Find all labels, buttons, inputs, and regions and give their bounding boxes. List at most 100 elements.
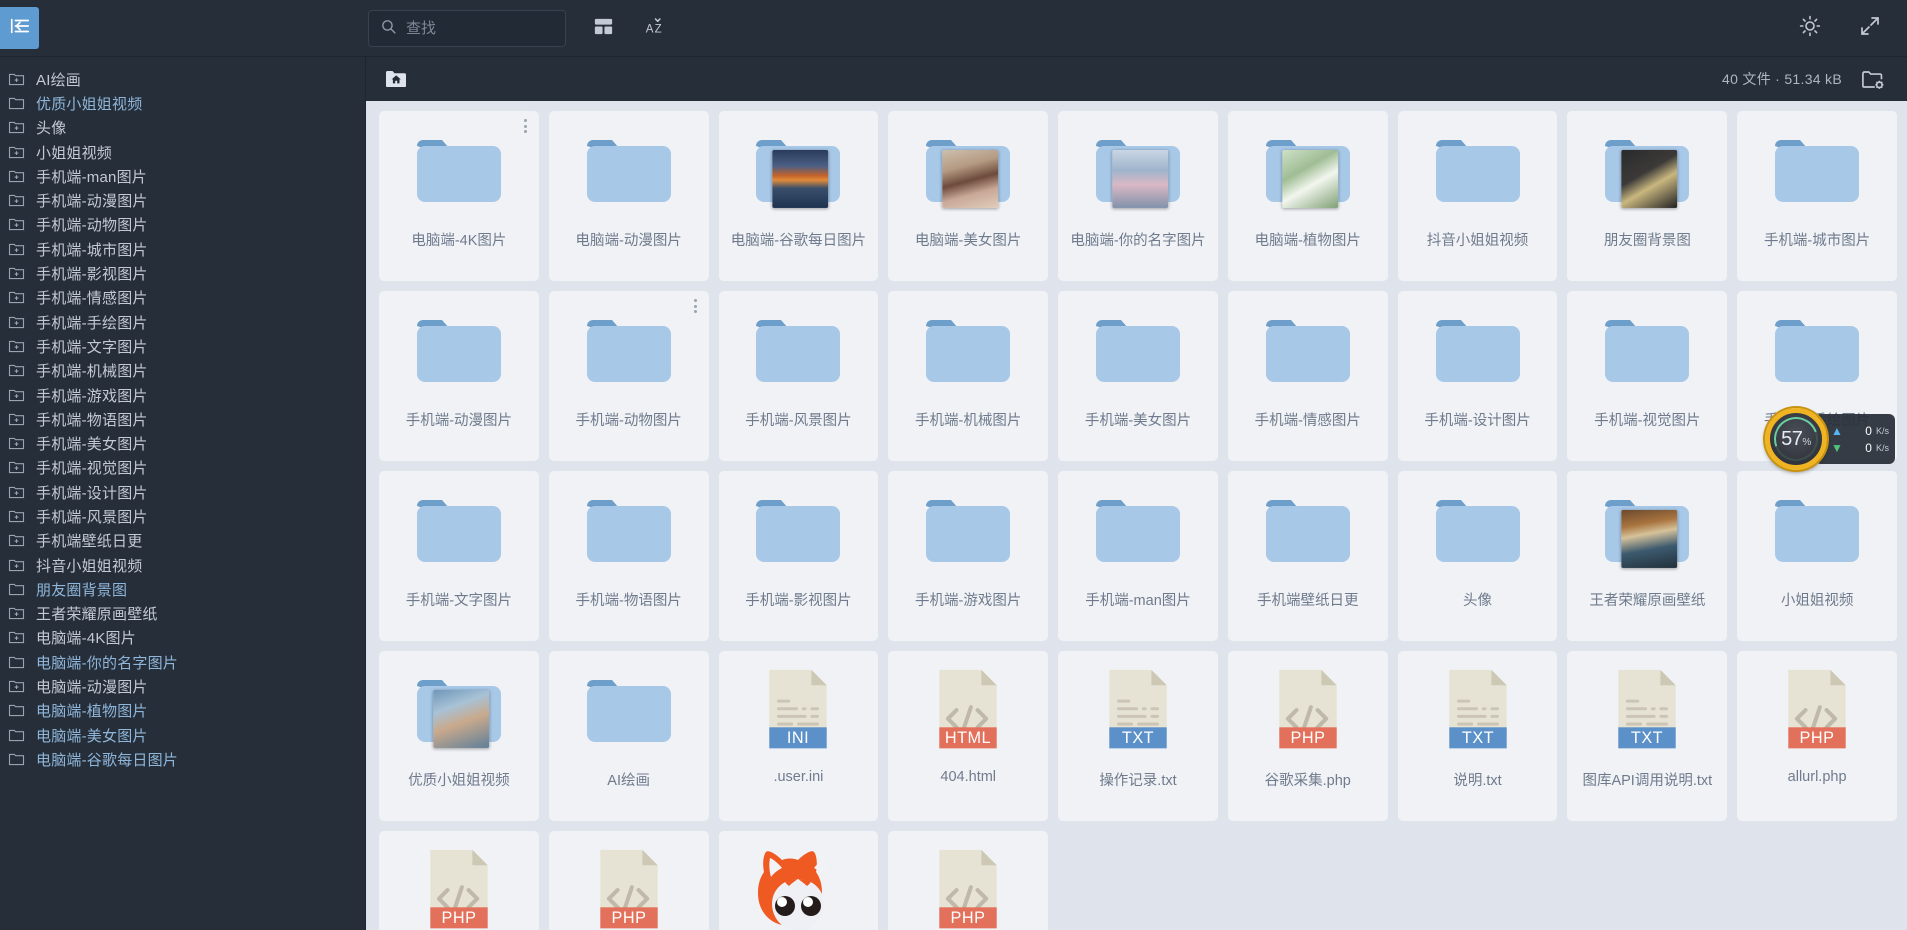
folder-expand-icon[interactable] bbox=[8, 557, 25, 574]
sidebar-item-27[interactable]: 电脑端-美女图片 bbox=[0, 723, 365, 747]
folder-card[interactable]: 电脑端-植物图片 bbox=[1227, 111, 1388, 281]
file-card[interactable] bbox=[718, 831, 879, 930]
folder-expand-icon[interactable] bbox=[8, 387, 25, 404]
folder-expand-icon[interactable] bbox=[8, 411, 25, 428]
folder-card[interactable]: 手机端-文字图片 bbox=[379, 471, 539, 641]
sidebar-item-15[interactable]: 手机端-美女图片 bbox=[0, 431, 365, 455]
sidebar-item-25[interactable]: 电脑端-动漫图片 bbox=[0, 674, 365, 698]
folder-card[interactable]: 王者荣耀原画壁纸 bbox=[1567, 471, 1728, 641]
folder-card[interactable]: 手机端-美女图片 bbox=[1058, 291, 1218, 461]
folder-icon[interactable] bbox=[8, 581, 25, 598]
sidebar-item-12[interactable]: 手机端-机械图片 bbox=[0, 359, 365, 383]
folder-card[interactable]: 小姐姐视频 bbox=[1737, 471, 1897, 641]
sidebar-item-8[interactable]: 手机端-影视图片 bbox=[0, 261, 365, 285]
folder-card[interactable]: AI绘画 bbox=[548, 651, 709, 821]
folder-expand-icon[interactable] bbox=[8, 144, 25, 161]
sidebar-item-14[interactable]: 手机端-物语图片 bbox=[0, 407, 365, 431]
file-card[interactable]: TXT 操作记录.txt bbox=[1058, 651, 1218, 821]
file-card[interactable]: PHP 谷歌采集.php bbox=[1227, 651, 1388, 821]
sidebar-item-2[interactable]: 头像 bbox=[0, 116, 365, 140]
sidebar-item-10[interactable]: 手机端-手绘图片 bbox=[0, 310, 365, 334]
folder-card[interactable]: 电脑端-谷歌每日图片 bbox=[718, 111, 879, 281]
folder-card[interactable]: 手机端-设计图片 bbox=[1397, 291, 1558, 461]
folder-card[interactable]: 电脑端-动漫图片 bbox=[548, 111, 709, 281]
folder-card[interactable]: 手机端-man图片 bbox=[1058, 471, 1218, 641]
folder-expand-icon[interactable] bbox=[8, 532, 25, 549]
sidebar-item-5[interactable]: 手机端-动漫图片 bbox=[0, 188, 365, 212]
folder-card[interactable]: 手机端-风景图片 bbox=[718, 291, 879, 461]
sidebar-item-28[interactable]: 电脑端-谷歌每日图片 bbox=[0, 747, 365, 771]
folder-expand-icon[interactable] bbox=[8, 119, 25, 136]
sidebar-collapse-button[interactable] bbox=[0, 7, 39, 49]
folder-expand-icon[interactable] bbox=[8, 314, 25, 331]
folder-card[interactable]: 手机端-动漫图片 bbox=[379, 291, 539, 461]
search-input[interactable] bbox=[406, 20, 554, 37]
sidebar-item-17[interactable]: 手机端-设计图片 bbox=[0, 480, 365, 504]
folder-icon[interactable] bbox=[8, 95, 25, 112]
sidebar-item-9[interactable]: 手机端-情感图片 bbox=[0, 286, 365, 310]
folder-expand-icon[interactable] bbox=[8, 508, 25, 525]
sidebar-tree[interactable]: AI绘画 优质小姐姐视频 头像 小姐姐视频 手机端-man图片 手机端-动漫图片 手机端-动… bbox=[0, 57, 366, 930]
file-card[interactable]: PHP bbox=[888, 831, 1049, 930]
sidebar-item-13[interactable]: 手机端-游戏图片 bbox=[0, 383, 365, 407]
sidebar-item-7[interactable]: 手机端-城市图片 bbox=[0, 237, 365, 261]
sidebar-item-24[interactable]: 电脑端-你的名字图片 bbox=[0, 650, 365, 674]
file-card[interactable]: INI .user.ini bbox=[718, 651, 879, 821]
file-card[interactable]: TXT 说明.txt bbox=[1397, 651, 1558, 821]
file-card[interactable]: HTML 404.html bbox=[888, 651, 1049, 821]
folder-icon[interactable] bbox=[8, 751, 25, 768]
folder-icon[interactable] bbox=[8, 702, 25, 719]
folder-card[interactable]: 手机端-机械图片 bbox=[888, 291, 1049, 461]
folder-expand-icon[interactable] bbox=[8, 265, 25, 282]
sidebar-item-22[interactable]: 王者荣耀原画壁纸 bbox=[0, 602, 365, 626]
folder-expand-icon[interactable] bbox=[8, 629, 25, 646]
more-options-icon[interactable] bbox=[523, 119, 527, 133]
search-box[interactable] bbox=[368, 10, 566, 47]
sidebar-item-26[interactable]: 电脑端-植物图片 bbox=[0, 699, 365, 723]
folder-expand-icon[interactable] bbox=[8, 362, 25, 379]
folder-expand-icon[interactable] bbox=[8, 435, 25, 452]
file-card[interactable]: PHP allurl.php bbox=[1737, 651, 1897, 821]
folder-card[interactable]: 手机端-物语图片 bbox=[548, 471, 709, 641]
folder-icon[interactable] bbox=[8, 727, 25, 744]
sidebar-item-1[interactable]: 优质小姐姐视频 bbox=[0, 91, 365, 115]
file-card[interactable]: PHP bbox=[548, 831, 709, 930]
folder-card[interactable]: 手机端-动物图片 bbox=[548, 291, 709, 461]
sidebar-item-0[interactable]: AI绘画 bbox=[0, 67, 365, 91]
sidebar-item-11[interactable]: 手机端-文字图片 bbox=[0, 334, 365, 358]
sidebar-item-23[interactable]: 电脑端-4K图片 bbox=[0, 626, 365, 650]
folder-expand-icon[interactable] bbox=[8, 289, 25, 306]
file-card[interactable]: TXT 图库API调用说明.txt bbox=[1567, 651, 1728, 821]
folder-card[interactable]: 优质小姐姐视频 bbox=[379, 651, 539, 821]
folder-icon[interactable] bbox=[8, 654, 25, 671]
sidebar-item-4[interactable]: 手机端-man图片 bbox=[0, 164, 365, 188]
sidebar-item-16[interactable]: 手机端-视觉图片 bbox=[0, 456, 365, 480]
folder-card[interactable]: 手机端-城市图片 bbox=[1737, 111, 1897, 281]
sidebar-item-20[interactable]: 抖音小姐姐视频 bbox=[0, 553, 365, 577]
folder-expand-icon[interactable] bbox=[8, 241, 25, 258]
file-card[interactable]: PHP bbox=[379, 831, 539, 930]
folder-card[interactable]: 手机端-情感图片 bbox=[1227, 291, 1388, 461]
file-pane[interactable]: 电脑端-4K图片 电脑端-动漫图片 电脑端-谷歌每日图片 电脑端-美女图片 电脑… bbox=[366, 101, 1907, 930]
folder-card[interactable]: 头像 bbox=[1397, 471, 1558, 641]
folder-expand-icon[interactable] bbox=[8, 168, 25, 185]
folder-expand-icon[interactable] bbox=[8, 459, 25, 476]
folder-card[interactable]: 电脑端-你的名字图片 bbox=[1058, 111, 1218, 281]
theme-toggle-button[interactable] bbox=[1795, 14, 1825, 44]
folder-card[interactable]: 手机端壁纸日更 bbox=[1227, 471, 1388, 641]
fullscreen-button[interactable] bbox=[1855, 14, 1885, 44]
folder-expand-icon[interactable] bbox=[8, 678, 25, 695]
sidebar-item-6[interactable]: 手机端-动物图片 bbox=[0, 213, 365, 237]
folder-card[interactable]: 手机端-游戏图片 bbox=[888, 471, 1049, 641]
folder-expand-icon[interactable] bbox=[8, 71, 25, 88]
folder-expand-icon[interactable] bbox=[8, 484, 25, 501]
folder-card[interactable]: 手机端-视觉图片 bbox=[1567, 291, 1728, 461]
sort-button[interactable]: A Z bbox=[640, 14, 670, 44]
sidebar-item-3[interactable]: 小姐姐视频 bbox=[0, 140, 365, 164]
folder-card[interactable]: 抖音小姐姐视频 bbox=[1397, 111, 1558, 281]
sidebar-item-18[interactable]: 手机端-风景图片 bbox=[0, 504, 365, 528]
folder-card[interactable]: 电脑端-4K图片 bbox=[379, 111, 539, 281]
sidebar-item-21[interactable]: 朋友圈背景图 bbox=[0, 577, 365, 601]
sidebar-item-19[interactable]: 手机端壁纸日更 bbox=[0, 529, 365, 553]
folder-card[interactable]: 手机端-手绘图片 bbox=[1737, 291, 1897, 461]
